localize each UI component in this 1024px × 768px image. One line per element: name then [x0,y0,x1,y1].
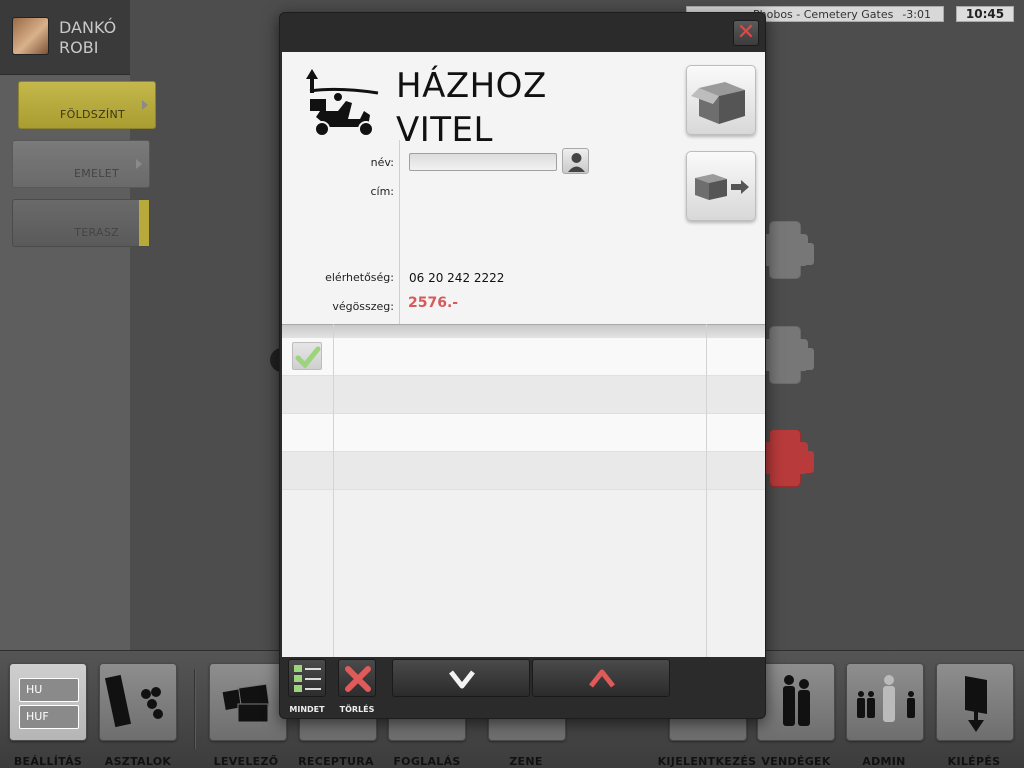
delete-label: TÖRLÉS [339,705,375,714]
chevron-right-icon [142,100,148,110]
total-value: 2576.- [408,295,459,311]
box-arrow-icon [695,174,749,200]
select-all-label: MINDET [289,705,325,714]
mail-icon [222,683,270,723]
toolbar-label: KILÉPÉS [947,755,1001,768]
send-box-button[interactable] [686,151,756,221]
close-button[interactable]: ✕ [733,20,759,46]
delete-button[interactable] [338,659,376,697]
admin-button[interactable] [846,663,924,741]
floor-label: EMELET [74,167,119,180]
checkmark-icon [295,346,321,369]
floor-button-terasz[interactable]: TERASZ [12,199,150,247]
close-icon: ✕ [736,20,756,45]
list-column-divider [706,324,707,657]
delivery-form: HÁZHOZ VITEL név: cím: elérhetőség: 06 2… [282,52,765,324]
avatar [12,17,49,55]
list-row[interactable] [282,452,765,490]
contact-value: 06 20 242 2222 [409,271,505,285]
box-button[interactable] [686,65,756,135]
dialog-body: HÁZHOZ VITEL név: cím: elérhetőség: 06 2… [282,52,765,657]
form-divider [399,140,400,324]
title-line-1: HÁZHOZ [396,66,547,106]
toolbar-separator [194,669,195,749]
select-all-button[interactable] [288,659,326,697]
exit-button[interactable] [936,663,1014,741]
list-row[interactable] [282,376,765,414]
scooter-delivery-icon [306,69,379,137]
mail-button[interactable] [209,663,287,741]
guests-button[interactable] [757,663,835,741]
language-field: HU [19,678,79,702]
name-input[interactable] [409,153,557,171]
user-name: DANKÓ ROBI [59,18,117,57]
list-row[interactable] [282,414,765,452]
total-label: végösszeg: [332,300,394,313]
toolbar-label: FOGLALÁS [393,755,461,768]
table-1[interactable] [762,222,814,278]
floor-tab-indicator [139,200,149,246]
list-column-divider [333,324,334,657]
contact-picker-button[interactable] [562,148,589,174]
checklist-icon [294,665,321,692]
delete-x-icon [345,666,371,692]
tables-icon [104,674,163,728]
box-icon [691,82,745,124]
track-name: Phobos - Cemetery Gates [753,8,894,21]
list-row[interactable] [282,338,765,376]
chevron-right-icon [136,159,142,169]
table-2[interactable] [762,327,814,383]
toolbar-label: ASZTALOK [104,755,172,768]
tables-button[interactable] [99,663,177,741]
floor-selector: FÖLDSZÍNT EMELET TERASZ [0,75,156,650]
scroll-up-button[interactable] [532,659,670,697]
person-icon [568,153,585,172]
address-label: cím: [370,185,394,198]
name-label: név: [370,156,394,169]
contact-label: elérhetőség: [325,271,394,284]
title-line-2: VITEL [396,110,493,150]
admin-icon [857,675,915,722]
exit-icon [965,676,987,732]
toolbar-label: ZENE [509,755,543,768]
floor-button-foldszint[interactable]: FÖLDSZÍNT [18,81,156,129]
floor-button-emelet[interactable]: EMELET [12,140,150,188]
item-list-header [282,324,765,338]
floor-label: TERASZ [74,226,119,239]
guests-icon [783,675,810,726]
chevron-up-icon [589,669,615,688]
dialog-title: HÁZHOZ VITEL [396,64,547,152]
clock: 10:45 [956,6,1014,22]
dialog-toolbar: MINDET TÖRLÉS [280,659,767,719]
row-checkbox[interactable] [292,342,322,370]
chevron-down-icon [449,670,475,689]
floor-label: FÖLDSZÍNT [60,108,125,121]
table-3-occupied[interactable] [762,430,814,486]
user-box: DANKÓ ROBI [0,0,130,75]
settings-button[interactable]: HU HUF [9,663,87,741]
scroll-down-button[interactable] [392,659,530,697]
currency-field: HUF [19,705,79,729]
delivery-dialog: ✕ HÁZHOZ VITEL név: cím: elérhetőség: 06… [279,12,766,719]
track-time-left: -3:01 [902,8,931,21]
